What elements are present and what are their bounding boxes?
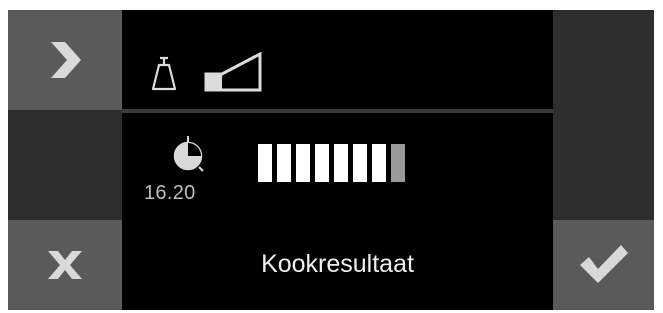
result-label: Kookresultaat <box>261 250 414 278</box>
progress-segment-filled <box>334 144 348 182</box>
progress-segment-filled <box>372 144 386 182</box>
confirm-button[interactable] <box>553 220 654 310</box>
weight-icon <box>151 56 177 91</box>
main-content: 16.20 Kookresultaat <box>122 10 553 310</box>
section-divider <box>122 109 553 113</box>
next-button[interactable] <box>8 10 122 110</box>
progress-segment-filled <box>258 144 272 182</box>
progress-segment-filled <box>296 144 310 182</box>
progress-segment-filled <box>315 144 329 182</box>
timer-icon <box>173 136 204 172</box>
right-blank-panel-middle <box>553 110 654 220</box>
right-button-column <box>553 10 654 310</box>
progress-segment-filled <box>277 144 291 182</box>
oven-display: 16.20 Kookresultaat <box>8 10 654 310</box>
left-button-column <box>8 10 122 310</box>
checkmark-icon <box>579 245 628 283</box>
progress-segment-filled <box>353 144 367 182</box>
level-wedge-icon <box>204 52 262 92</box>
timer-value: 16.20 <box>144 182 196 204</box>
cancel-button[interactable] <box>8 220 122 310</box>
chevron-right-icon <box>51 42 81 78</box>
progress-segment-partial <box>391 144 405 182</box>
right-blank-panel-top <box>553 10 654 110</box>
left-blank-panel <box>8 110 122 220</box>
progress-bar <box>258 144 405 182</box>
close-x-icon <box>48 251 82 279</box>
